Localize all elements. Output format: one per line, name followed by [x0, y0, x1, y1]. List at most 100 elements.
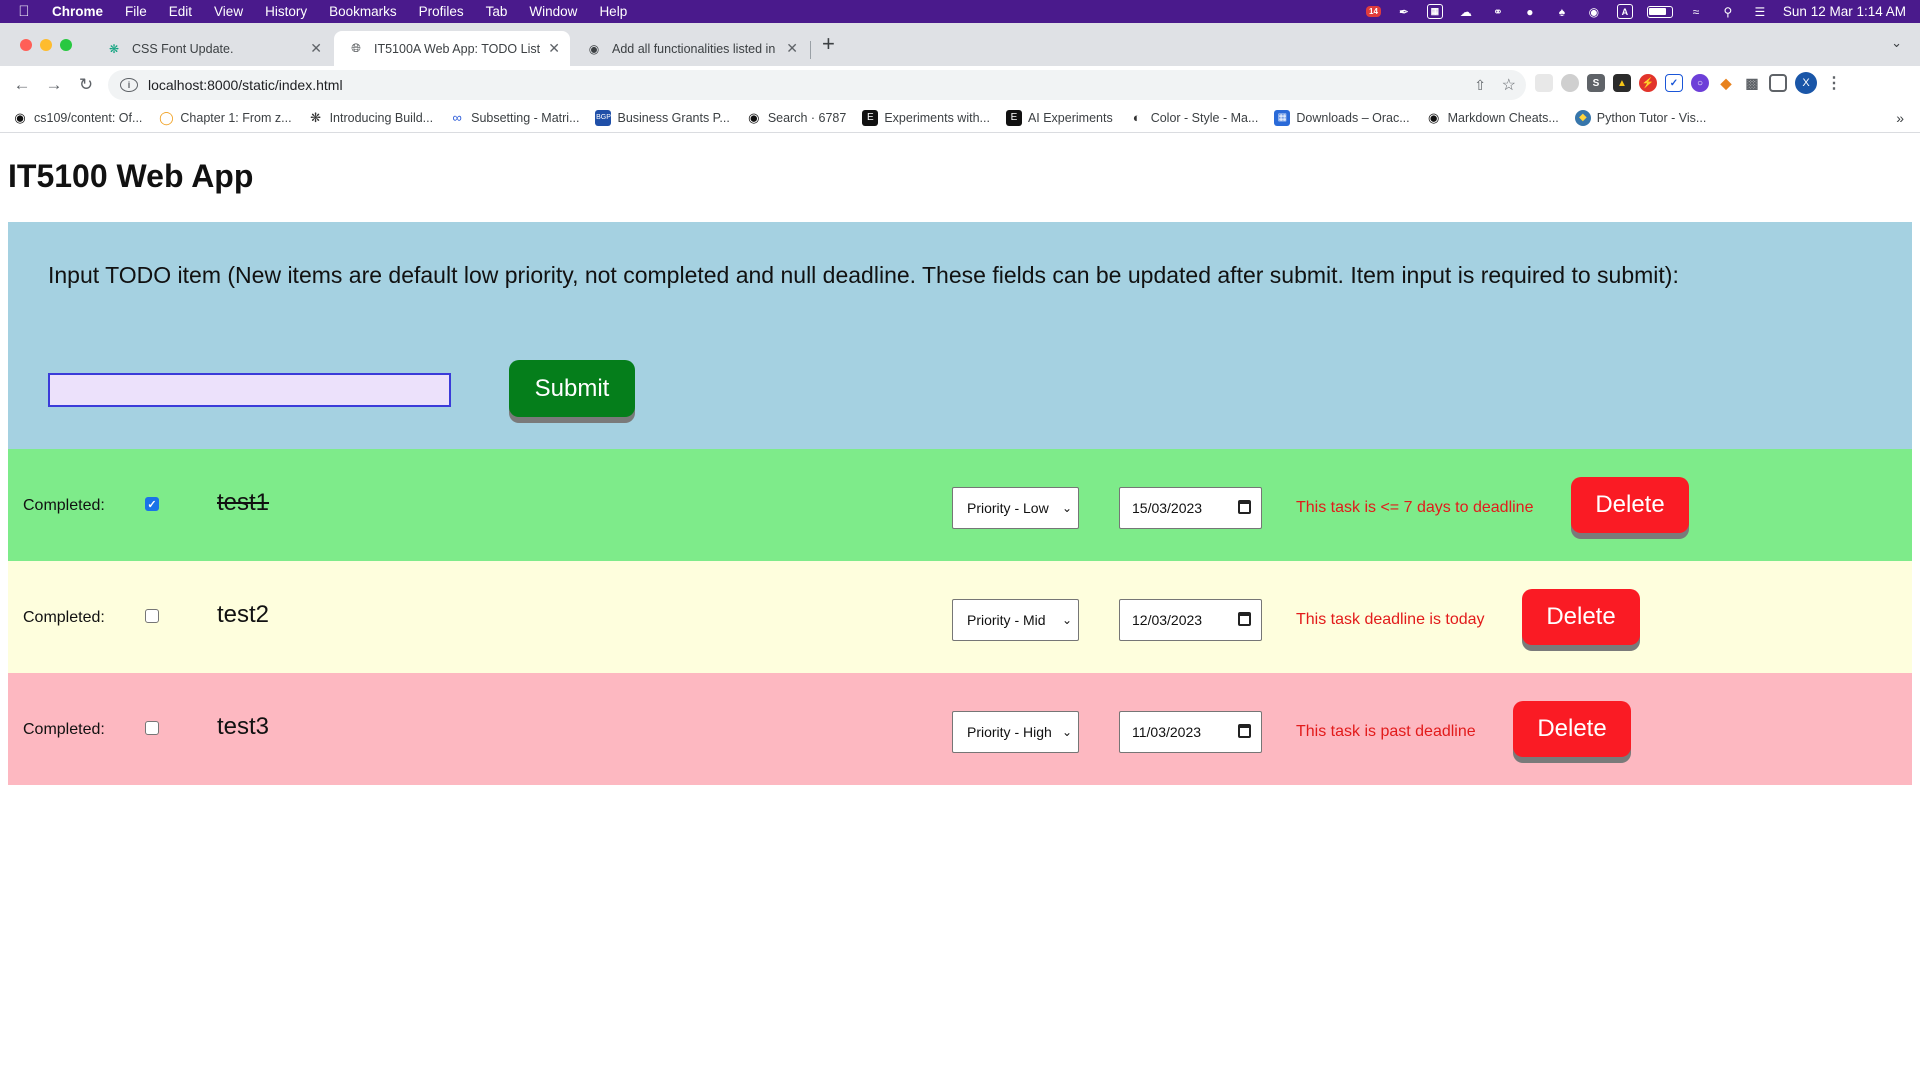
profile-avatar[interactable]: X: [1795, 72, 1817, 94]
bookmark-item[interactable]: ◐ Color - Style - Ma...: [1129, 110, 1259, 126]
completed-checkbox[interactable]: ✓: [145, 497, 159, 511]
github-icon: ◉: [14, 109, 26, 125]
menu-bookmarks[interactable]: Bookmarks: [318, 4, 408, 19]
bookmark-label: Search · 6787: [767, 110, 847, 125]
menu-window[interactable]: Window: [518, 4, 588, 19]
chevron-down-icon: ⌄: [1061, 501, 1072, 515]
back-icon[interactable]: ←: [6, 75, 38, 95]
menu-help[interactable]: Help: [588, 4, 638, 19]
input-source-icon[interactable]: A: [1616, 4, 1633, 19]
extension-shield-icon[interactable]: ✓: [1665, 74, 1683, 92]
extension-blank-icon[interactable]: [1535, 74, 1553, 92]
calendar-badge-icon[interactable]: 14: [1366, 6, 1381, 17]
browser-tab-strip: ❋ CSS Font Update. ✕ 🌐︎ IT5100A Web App:…: [0, 23, 1920, 66]
bookmark-label: Markdown Cheats...: [1447, 110, 1559, 125]
bookmark-item[interactable]: E Experiments with...: [862, 109, 990, 126]
deadline-status-message: This task is <= 7 days to deadline: [1296, 499, 1534, 516]
bookmark-item[interactable]: ∞ Subsetting - Matri...: [449, 110, 579, 126]
reload-icon[interactable]: ↻: [70, 75, 102, 95]
address-bar[interactable]: i localhost:8000/static/index.html ⇧ ☆: [108, 70, 1526, 100]
bookmark-item[interactable]: E AI Experiments: [1005, 109, 1113, 126]
kebab-menu-icon[interactable]: ⋮: [1825, 74, 1843, 92]
menu-view[interactable]: View: [203, 4, 254, 19]
completed-checkbox[interactable]: [145, 721, 159, 735]
side-panel-icon[interactable]: [1769, 74, 1787, 92]
deadline-date-input[interactable]: 15/03/2023: [1119, 487, 1262, 529]
todo-item-text: test2: [217, 601, 270, 628]
elephant-icon[interactable]: ●: [1521, 5, 1539, 19]
menu-tab[interactable]: Tab: [475, 4, 519, 19]
todo-item-input[interactable]: [48, 373, 451, 407]
bookmark-item[interactable]: ◉ cs109/content: Of...: [12, 110, 142, 126]
menu-edit[interactable]: Edit: [158, 4, 203, 19]
extension-s-icon[interactable]: S: [1587, 74, 1605, 92]
tab-todo-list[interactable]: 🌐︎ IT5100A Web App: TODO List ✕: [334, 31, 570, 66]
delete-button[interactable]: Delete: [1571, 477, 1689, 533]
share-icon[interactable]: ⇧: [1474, 77, 1486, 94]
completed-label: Completed:: [23, 721, 105, 738]
delete-button[interactable]: Delete: [1513, 701, 1631, 757]
minimize-window-icon[interactable]: [40, 39, 52, 51]
bookmark-item[interactable]: ◉ Search · 6787: [746, 110, 847, 126]
new-tab-icon[interactable]: +: [822, 31, 835, 57]
url-text[interactable]: localhost:8000/static/index.html: [148, 77, 343, 93]
submit-button[interactable]: Submit: [509, 360, 635, 417]
person-icon[interactable]: ♠: [1553, 5, 1571, 19]
book-icon: ◯: [159, 109, 174, 125]
priority-select[interactable]: Priority - Mid ⌄: [952, 599, 1079, 641]
metamask-fox-icon[interactable]: ◆: [1717, 74, 1735, 92]
calendar-icon[interactable]: [1238, 612, 1251, 626]
wifi-icon[interactable]: ≈: [1687, 5, 1705, 19]
extension-purple-icon[interactable]: ○: [1691, 74, 1709, 92]
priority-select[interactable]: Priority - High ⌄: [952, 711, 1079, 753]
keyboard-icon[interactable]: ▦: [1426, 4, 1443, 19]
todo-row: Completed: ✓ test1 Priority - Low ⌄ 15/03…: [8, 449, 1912, 561]
menu-app-name[interactable]: Chrome: [48, 4, 114, 19]
battery-icon[interactable]: [1646, 5, 1673, 18]
tab-search-icon[interactable]: ⌄: [1891, 35, 1902, 51]
bookmark-label: Chapter 1: From z...: [180, 110, 292, 125]
bookmark-item[interactable]: ▦ Downloads – Orac...: [1274, 109, 1410, 126]
extensions-puzzle-icon[interactable]: ▩: [1743, 74, 1761, 92]
bookmark-item[interactable]: BGP Business Grants P...: [595, 109, 730, 126]
deadline-date-input[interactable]: 12/03/2023: [1119, 599, 1262, 641]
extension-gold-icon[interactable]: ▲: [1613, 74, 1631, 92]
close-tab-icon[interactable]: ✕: [548, 40, 560, 57]
cloud-icon[interactable]: ☁: [1457, 5, 1475, 19]
site-info-icon[interactable]: i: [120, 78, 138, 92]
menu-file[interactable]: File: [114, 4, 158, 19]
calendar-icon[interactable]: [1238, 724, 1251, 738]
bookmark-label: Color - Style - Ma...: [1150, 110, 1259, 125]
apple-icon[interactable]: : [0, 3, 48, 20]
bookmark-star-icon[interactable]: ☆: [1502, 75, 1516, 95]
bookmark-item[interactable]: ◆ Python Tutor - Vis...: [1574, 109, 1706, 126]
tab-github-issue[interactable]: ◉ Add all functionalities listed in ✕: [572, 31, 808, 66]
delete-button[interactable]: Delete: [1522, 589, 1640, 645]
completed-checkbox[interactable]: [145, 609, 159, 623]
user-circle-icon[interactable]: ◉: [1585, 5, 1603, 19]
menu-profiles[interactable]: Profiles: [408, 4, 475, 19]
menu-history[interactable]: History: [254, 4, 318, 19]
forward-icon[interactable]: →: [38, 75, 70, 95]
more-bookmarks-icon[interactable]: »: [1896, 110, 1904, 126]
close-window-icon[interactable]: [20, 39, 32, 51]
bookmark-item[interactable]: ❋ Introducing Build...: [308, 110, 433, 126]
spotlight-search-icon[interactable]: ⚲: [1719, 5, 1737, 19]
control-center-icon[interactable]: ☰: [1751, 5, 1769, 19]
deadline-date-input[interactable]: 11/03/2023: [1119, 711, 1262, 753]
extension-red-icon[interactable]: ⚡: [1639, 74, 1657, 92]
bgp-icon: BGP: [595, 109, 612, 126]
close-tab-icon[interactable]: ✕: [782, 40, 798, 57]
headphones-icon[interactable]: ⚭: [1489, 5, 1507, 19]
bookmark-item[interactable]: ◉ Markdown Cheats...: [1426, 110, 1559, 126]
calendar-icon[interactable]: [1238, 500, 1251, 514]
close-tab-icon[interactable]: ✕: [310, 40, 322, 57]
maximize-window-icon[interactable]: [60, 39, 72, 51]
extension-circle-icon[interactable]: [1561, 74, 1579, 92]
deadline-value: 12/03/2023: [1132, 612, 1203, 628]
bookmark-item[interactable]: ◯ Chapter 1: From z...: [158, 110, 291, 126]
menubar-clock[interactable]: Sun 12 Mar 1:14 AM: [1783, 4, 1906, 19]
pen-icon[interactable]: ✒: [1395, 5, 1413, 19]
priority-select[interactable]: Priority - Low ⌄: [952, 487, 1079, 529]
tab-css-font-update[interactable]: ❋ CSS Font Update. ✕: [92, 31, 332, 66]
